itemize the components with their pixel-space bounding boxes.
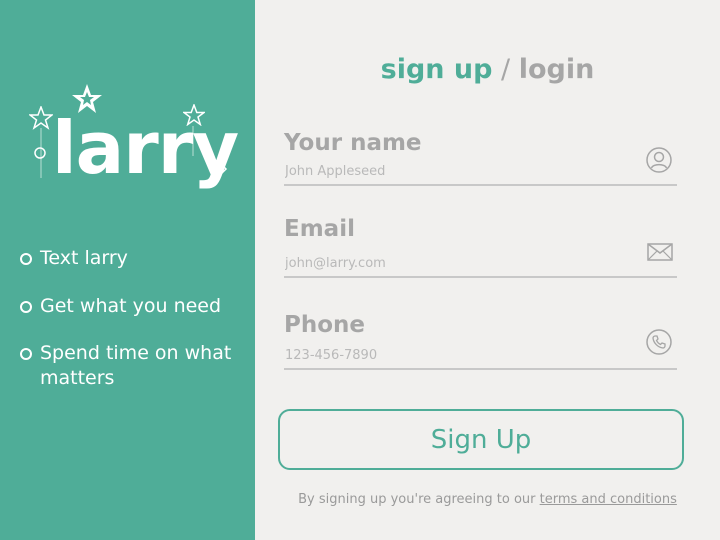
feature-item: Text larry — [20, 246, 240, 271]
terms-notice: By signing up you're agreeing to our ter… — [255, 492, 720, 507]
phone-input[interactable] — [284, 346, 677, 370]
email-label: Email — [284, 216, 355, 242]
circle-bullet-icon — [20, 253, 32, 265]
name-label: Your name — [284, 130, 422, 156]
auth-tabs: sign up / login — [255, 54, 720, 85]
email-field: Email — [284, 216, 677, 278]
user-icon — [646, 147, 672, 173]
name-field: Your name — [284, 130, 677, 186]
circle-sparkle-icon — [34, 147, 46, 159]
feature-label: Get what you need — [40, 294, 222, 317]
tab-signup[interactable]: sign up — [381, 54, 493, 85]
feature-label: Text larry — [40, 247, 128, 269]
envelope-icon — [647, 243, 673, 261]
signup-button[interactable]: Sign Up — [278, 409, 684, 470]
signup-form-panel: sign up / login Your name Email Phone Si… — [255, 0, 720, 540]
logo-wordmark: larry — [52, 106, 239, 190]
feature-list: Text larry Get what you need Spend time … — [20, 246, 240, 391]
tab-login[interactable]: login — [519, 54, 595, 85]
name-input[interactable] — [284, 162, 677, 186]
feature-item: Spend time on what matters — [20, 341, 240, 390]
phone-label: Phone — [284, 312, 366, 338]
small-star-icon-left — [29, 106, 53, 130]
phone-icon — [646, 329, 672, 355]
tab-separator: / — [492, 54, 519, 85]
feature-label: Spend time on what matters — [40, 342, 232, 390]
email-input[interactable] — [284, 254, 677, 278]
terms-link[interactable]: terms and conditions — [540, 492, 677, 507]
brand-panel: larry Text larry Get what you need Spend… — [0, 0, 255, 540]
logo: larry — [0, 0, 255, 230]
circle-bullet-icon — [20, 300, 32, 313]
terms-text: By signing up you're agreeing to our — [298, 492, 540, 507]
circle-bullet-icon — [20, 348, 32, 361]
feature-item: Get what you need — [20, 294, 240, 319]
phone-field: Phone — [284, 312, 677, 370]
